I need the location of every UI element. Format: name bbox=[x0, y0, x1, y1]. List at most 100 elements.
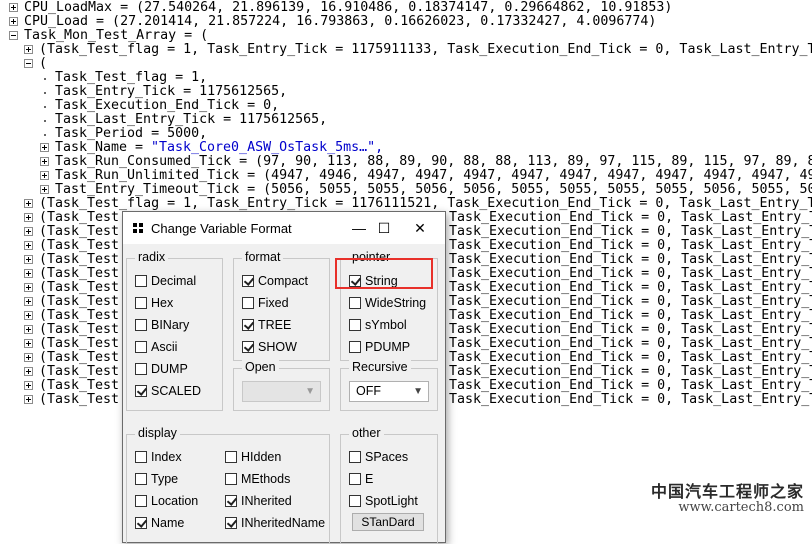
checkbox-label: SHOW bbox=[258, 340, 297, 354]
checkbox-icon[interactable] bbox=[135, 275, 147, 287]
recursive-select[interactable]: OFF ▼ bbox=[349, 381, 429, 402]
tree-row-text: Task_Entry_Tick = 1175612565, bbox=[55, 84, 288, 99]
checkbox-label: Index bbox=[151, 450, 182, 464]
expand-plus-icon[interactable] bbox=[24, 213, 33, 222]
tree-row[interactable]: ( bbox=[0, 57, 812, 71]
expand-plus-icon[interactable] bbox=[24, 353, 33, 362]
checkbox-checked-icon[interactable] bbox=[242, 319, 254, 331]
tree-row-text: (Task_Test bbox=[39, 336, 120, 351]
tree-row[interactable]: Task_Test_flag = 1, bbox=[0, 71, 812, 85]
expand-plus-icon[interactable] bbox=[9, 17, 18, 26]
tree-row[interactable]: Tast_Entry_Timeout_Tick = (5056, 5055, 5… bbox=[0, 183, 812, 197]
checkbox-checked-icon[interactable] bbox=[225, 495, 237, 507]
tree-row[interactable]: Task_Period = 5000, bbox=[0, 127, 812, 141]
expand-plus-icon[interactable] bbox=[24, 325, 33, 334]
format-group: format Compact Fixed TREE SHOW bbox=[233, 250, 330, 361]
expand-plus-icon[interactable] bbox=[40, 157, 49, 166]
tree-row-text: (Task_Test bbox=[39, 294, 120, 309]
checkbox-icon[interactable] bbox=[349, 319, 361, 331]
tree-row-tail-text: Task_Execution_End_Tick = 0, Task_Last_E… bbox=[449, 294, 812, 309]
close-button[interactable]: ✕ bbox=[405, 216, 435, 240]
expand-plus-icon[interactable] bbox=[24, 297, 33, 306]
expand-plus-icon[interactable] bbox=[24, 367, 33, 376]
collapse-minus-icon[interactable] bbox=[24, 59, 33, 68]
tree-row[interactable]: CPU_Load = (27.201414, 21.857224, 16.793… bbox=[0, 15, 812, 29]
checkbox-icon[interactable] bbox=[135, 451, 147, 463]
tree-row[interactable]: Task_Execution_End_Tick = 0, bbox=[0, 99, 812, 113]
checkbox-label: Hex bbox=[151, 296, 174, 310]
checkbox-icon[interactable] bbox=[349, 451, 361, 463]
checkbox-checked-icon[interactable] bbox=[242, 341, 254, 353]
standard-button[interactable]: STanDard bbox=[352, 513, 424, 531]
maximize-button[interactable]: ☐ bbox=[369, 216, 399, 240]
expand-plus-icon[interactable] bbox=[24, 339, 33, 348]
tree-row[interactable]: Task_Mon_Test_Array = ( bbox=[0, 29, 812, 43]
expand-plus-icon[interactable] bbox=[24, 227, 33, 236]
checkbox-icon[interactable] bbox=[349, 473, 361, 485]
open-group: Open ▼ bbox=[233, 360, 330, 411]
expand-plus-icon[interactable] bbox=[24, 255, 33, 264]
checkbox-icon[interactable] bbox=[135, 341, 147, 353]
expand-plus-icon[interactable] bbox=[40, 171, 49, 180]
checkbox-label: SPaces bbox=[365, 450, 409, 464]
tree-row[interactable]: (Task_Test_flag = 1, Task_Entry_Tick = 1… bbox=[0, 43, 812, 57]
checkbox-label: Fixed bbox=[258, 296, 289, 310]
string-value: "Task_Core0_ASW_OsTask_5ms…", bbox=[151, 140, 384, 155]
radix-group: radix Decimal Hex BINary Ascii DUMP SCALED bbox=[126, 250, 223, 411]
checkbox-icon[interactable] bbox=[225, 473, 237, 485]
tree-row[interactable]: Task_Entry_Tick = 1175612565, bbox=[0, 85, 812, 99]
tree-leaf-dot-icon bbox=[44, 120, 46, 122]
tree-row-text: Tast_Entry_Timeout_Tick = (5056, 5055, 5… bbox=[55, 182, 812, 197]
tree-row-tail-text: Task_Execution_End_Tick = 0, Task_Last_E… bbox=[449, 308, 812, 323]
tree-row[interactable]: CPU_LoadMax = (27.540264, 21.896139, 16.… bbox=[0, 1, 812, 15]
checkbox-checked-icon[interactable] bbox=[135, 517, 147, 529]
checkbox-icon[interactable] bbox=[225, 451, 237, 463]
checkbox-label: E bbox=[365, 472, 374, 486]
tree-row-text: (Task_Test bbox=[39, 280, 120, 295]
expand-plus-icon[interactable] bbox=[24, 381, 33, 390]
tree-row[interactable]: Task_Run_Unlimited_Tick = (4947, 4946, 4… bbox=[0, 169, 812, 183]
checkbox-icon[interactable] bbox=[349, 297, 361, 309]
expand-plus-icon[interactable] bbox=[24, 311, 33, 320]
dialog-title: Change Variable Format bbox=[151, 221, 292, 236]
expand-plus-icon[interactable] bbox=[24, 269, 33, 278]
tree-row-text: (Task_Test bbox=[39, 308, 120, 323]
dialog-titlebar[interactable]: Change Variable Format — ☐ ✕ bbox=[123, 212, 445, 244]
expand-plus-icon[interactable] bbox=[40, 143, 49, 152]
expand-plus-icon[interactable] bbox=[9, 3, 18, 12]
tree-row-text: Task_Name = bbox=[55, 140, 152, 155]
tree-row[interactable]: Task_Run_Consumed_Tick = (97, 90, 113, 8… bbox=[0, 155, 812, 169]
checkbox-checked-icon[interactable] bbox=[135, 385, 147, 397]
checkbox-checked-icon[interactable] bbox=[225, 517, 237, 529]
tree-row-tail-text: Task_Execution_End_Tick = 0, Task_Last_E… bbox=[449, 224, 812, 239]
expand-plus-icon[interactable] bbox=[24, 241, 33, 250]
expand-plus-icon[interactable] bbox=[40, 185, 49, 194]
tree-row[interactable]: (Task_Test_flag = 1, Task_Entry_Tick = 1… bbox=[0, 197, 812, 211]
tree-row[interactable]: Task_Name = "Task_Core0_ASW_OsTask_5ms…"… bbox=[0, 141, 812, 155]
expand-plus-icon[interactable] bbox=[24, 283, 33, 292]
collapse-minus-icon[interactable] bbox=[9, 31, 18, 40]
checkbox-icon[interactable] bbox=[242, 297, 254, 309]
expand-plus-icon[interactable] bbox=[24, 199, 33, 208]
checkbox-icon[interactable] bbox=[135, 297, 147, 309]
tree-row-text: Task_Period = 5000, bbox=[55, 126, 208, 141]
checkbox-label: SpotLight bbox=[365, 494, 418, 508]
checkbox-label: TREE bbox=[258, 318, 292, 332]
string-highlight-box bbox=[335, 258, 433, 289]
tree-row[interactable]: Task_Last_Entry_Tick = 1175612565, bbox=[0, 113, 812, 127]
tree-row-text: (Task_Test bbox=[39, 350, 120, 365]
tree-row-text: (Task_Test_flag = 1, Task_Entry_Tick = 1… bbox=[39, 196, 812, 211]
checkbox-icon[interactable] bbox=[135, 473, 147, 485]
checkbox-icon[interactable] bbox=[135, 495, 147, 507]
tree-row-tail-text: Task_Execution_End_Tick = 0, Task_Last_E… bbox=[449, 280, 812, 295]
checkbox-icon[interactable] bbox=[349, 341, 361, 353]
watermark-url: www.cartech8.com bbox=[678, 500, 804, 515]
expand-plus-icon[interactable] bbox=[24, 45, 33, 54]
expand-plus-icon[interactable] bbox=[24, 395, 33, 404]
checkbox-label: BINary bbox=[151, 318, 190, 332]
checkbox-checked-icon[interactable] bbox=[242, 275, 254, 287]
checkbox-icon[interactable] bbox=[135, 319, 147, 331]
checkbox-icon[interactable] bbox=[135, 363, 147, 375]
checkbox-label: WideString bbox=[365, 296, 427, 310]
checkbox-icon[interactable] bbox=[349, 495, 361, 507]
